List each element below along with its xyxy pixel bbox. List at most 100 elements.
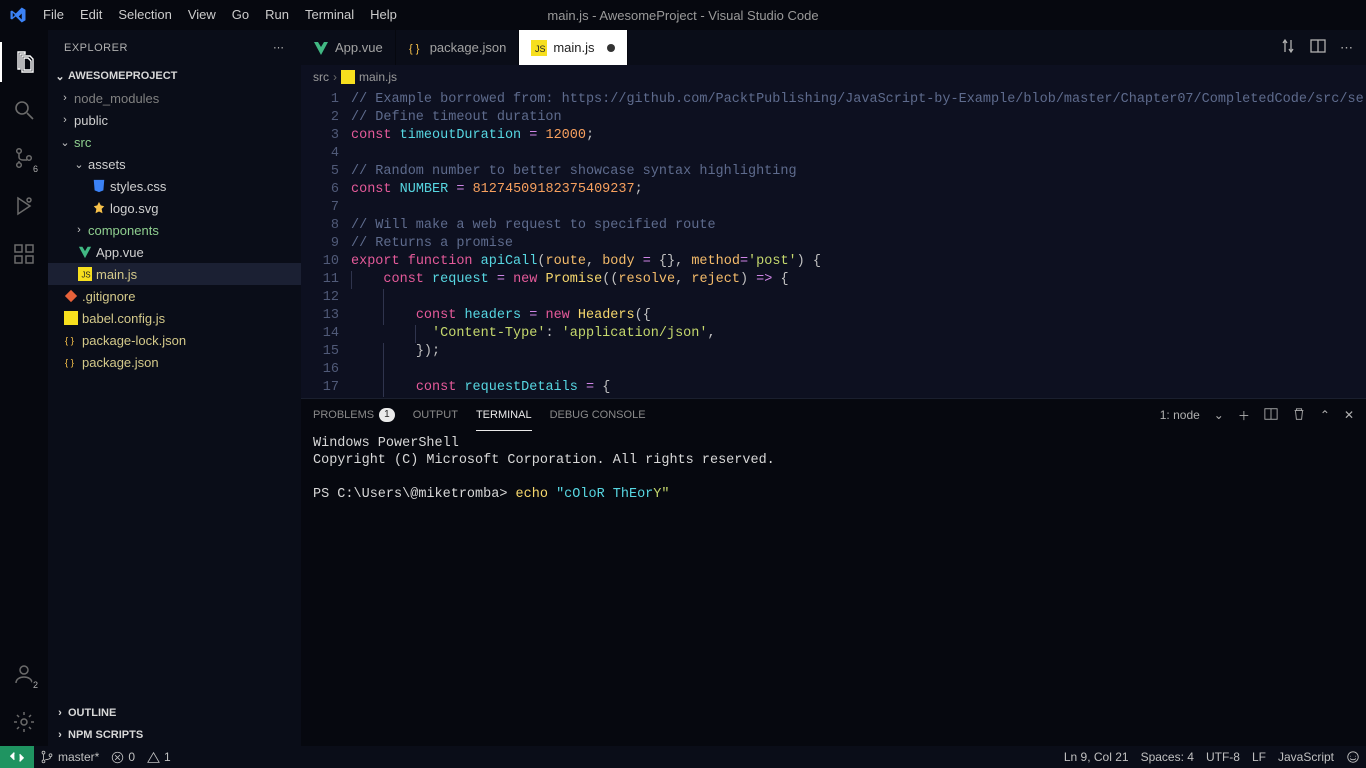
compare-changes-icon[interactable] [1280,38,1296,57]
feedback-icon[interactable] [1340,750,1366,764]
menu-file[interactable]: File [35,0,72,30]
svg-text:{ }: { } [65,336,75,347]
folder-components[interactable]: › components [48,219,301,241]
chevron-right-icon: › [54,729,66,741]
menu-run[interactable]: Run [257,0,297,30]
activity-accounts[interactable]: 2 [0,650,48,698]
explorer-title: EXPLORER [64,42,128,54]
panel-tab-problems[interactable]: PROBLEMS 1 [313,399,395,431]
breadcrumbs[interactable]: src › main.js [301,65,1366,89]
npm-scripts-section[interactable]: › NPM SCRIPTS [48,724,301,746]
folder-node-modules[interactable]: › node_modules [48,87,301,109]
terminal-content[interactable]: Windows PowerShell Copyright (C) Microso… [301,431,1366,746]
scm-badge: 6 [31,164,40,174]
project-name: AWESOMEPROJECT [68,70,177,82]
vue-icon [313,40,329,56]
svg-text:{ }: { } [409,43,420,55]
panel-tab-debug-console[interactable]: DEBUG CONSOLE [550,399,646,431]
terminal-dropdown-icon[interactable]: ⌄ [1214,408,1224,422]
menu-terminal[interactable]: Terminal [297,0,362,30]
indentation-status[interactable]: Spaces: 4 [1135,750,1200,764]
panel-tab-terminal[interactable]: TERMINAL [476,399,532,431]
split-editor-icon[interactable] [1310,38,1326,57]
tab-main-js[interactable]: JS main.js [519,30,627,65]
activity-extensions[interactable] [0,230,48,278]
file-app-vue[interactable]: App.vue [48,241,301,263]
status-bar: master* 0 1 Ln 9, Col 21 Spaces: 4 UTF-8… [0,746,1366,768]
folder-assets[interactable]: ⌄ assets [48,153,301,175]
dirty-indicator-icon [607,44,615,52]
line-numbers-gutter: 1234567891011121314151617 [301,89,351,398]
more-actions-icon[interactable]: ⋯ [1340,40,1354,56]
close-panel-icon[interactable]: ✕ [1344,408,1354,422]
editor-tabs: App.vue { } package.json JS main.js ⋯ [301,30,1366,65]
tab-app-vue[interactable]: App.vue [301,30,396,65]
file-logo-svg[interactable]: logo.svg [48,197,301,219]
file-package-json[interactable]: { } package.json [48,351,301,373]
file-main-js[interactable]: JS main.js [48,263,301,285]
explorer-more-icon[interactable]: ⋯ [273,41,285,54]
extensions-icon [12,242,36,266]
menu-help[interactable]: Help [362,0,405,30]
eol-status[interactable]: LF [1246,750,1272,764]
file-package-lock[interactable]: { } package-lock.json [48,329,301,351]
activity-run-debug[interactable] [0,182,48,230]
menu-go[interactable]: Go [224,0,257,30]
breadcrumb-src[interactable]: src [313,70,329,84]
file-gitignore[interactable]: .gitignore [48,285,301,307]
errors-status[interactable]: 0 [105,750,141,764]
panel-tabs: PROBLEMS 1 OUTPUT TERMINAL DEBUG CONSOLE… [301,399,1366,431]
folder-src[interactable]: ⌄ src [48,131,301,153]
panel-tab-output[interactable]: OUTPUT [413,399,458,431]
menu-view[interactable]: View [180,0,224,30]
terminal-selector[interactable]: 1: node [1160,408,1200,422]
css-icon [90,179,108,193]
svg-text:JS: JS [82,271,91,280]
code-content[interactable]: // Example borrowed from: https://github… [351,89,1366,398]
activity-search[interactable] [0,86,48,134]
branch-icon [40,750,54,764]
maximize-panel-icon[interactable]: ⌃ [1320,408,1330,422]
menu-selection[interactable]: Selection [110,0,179,30]
menu-items: File Edit Selection View Go Run Terminal… [35,0,405,30]
file-babel-config[interactable]: babel.config.js [48,307,301,329]
remote-icon [10,750,24,764]
git-branch-status[interactable]: master* [34,750,105,764]
kill-terminal-icon[interactable] [1292,407,1306,424]
cursor-position-status[interactable]: Ln 9, Col 21 [1058,750,1135,764]
menu-edit[interactable]: Edit [72,0,110,30]
folder-public[interactable]: › public [48,109,301,131]
activity-settings[interactable] [0,698,48,746]
json-icon: { } [408,40,424,56]
editor-area: App.vue { } package.json JS main.js ⋯ sr… [301,30,1366,746]
json-icon: { } [62,333,80,347]
remote-indicator[interactable] [0,746,34,768]
svg-icon [90,201,108,215]
outline-section[interactable]: › OUTLINE [48,702,301,724]
debug-icon [12,194,36,218]
activity-explorer[interactable] [0,38,48,86]
bottom-panel: PROBLEMS 1 OUTPUT TERMINAL DEBUG CONSOLE… [301,398,1366,746]
split-terminal-icon[interactable] [1264,407,1278,424]
js-icon: JS [531,40,547,56]
activity-source-control[interactable]: 6 [0,134,48,182]
new-terminal-icon[interactable]: ＋ [1238,407,1250,424]
encoding-status[interactable]: UTF-8 [1200,750,1246,764]
js-icon [62,311,80,325]
js-icon [341,70,355,84]
tab-package-json[interactable]: { } package.json [396,30,520,65]
search-icon [12,98,36,122]
error-icon [111,751,124,764]
language-mode-status[interactable]: JavaScript [1272,750,1340,764]
code-editor[interactable]: 1234567891011121314151617 // Example bor… [301,89,1366,398]
file-tree: › node_modules › public ⌄ src ⌄ assets s… [48,87,301,702]
project-section-header[interactable]: ⌄ AWESOMEPROJECT [48,65,301,87]
git-icon [62,289,80,303]
file-styles-css[interactable]: styles.css [48,175,301,197]
breadcrumb-mainjs[interactable]: main.js [341,70,397,84]
activity-bar: 6 2 [0,30,48,746]
js-icon: JS [76,267,94,281]
problems-badge: 1 [379,408,395,422]
warnings-status[interactable]: 1 [141,750,177,764]
json-icon: { } [62,355,80,369]
